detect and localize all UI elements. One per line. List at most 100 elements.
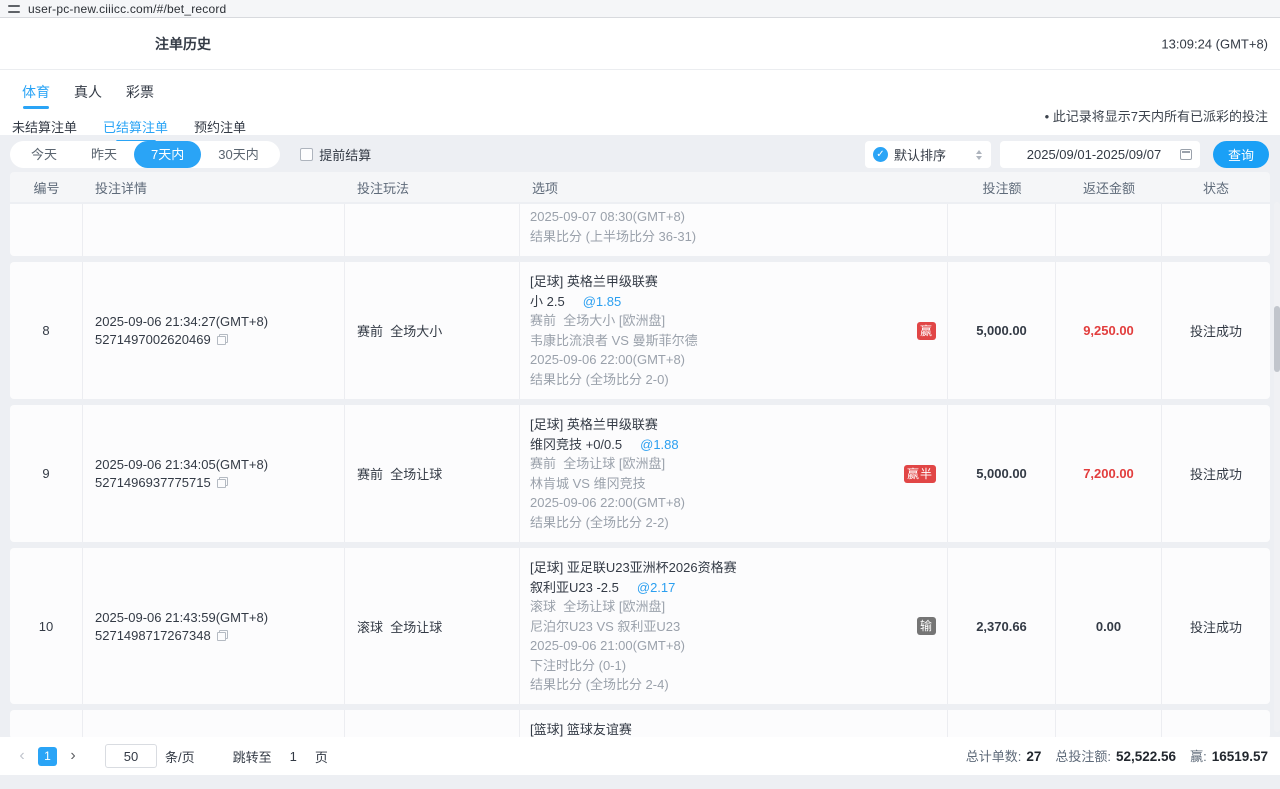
subtab-settled[interactable]: 已结算注单 [103, 117, 168, 144]
tab-zone: 体育 真人 彩票 未结算注单 已结算注单 预约注单 • 此记录将显示7天内所有已… [0, 70, 1280, 135]
bet-id: 5271498717267348 [95, 628, 211, 643]
option-detail-line: 结果比分 (全场比分 2-0) [530, 370, 937, 390]
copy-icon[interactable] [217, 630, 228, 641]
total-win: 赢:16519.57 [1190, 746, 1268, 766]
option-detail-line: 林肯城 VS 维冈竞技 [530, 474, 937, 494]
table-row: 9 2025-09-06 21:34:05(GMT+8) 5271496937775… [10, 405, 1270, 542]
subtab-reserved[interactable]: 预约注单 [194, 117, 246, 144]
range-today[interactable]: 今天 [14, 141, 74, 168]
calendar-icon [1180, 149, 1192, 160]
stake-cell [948, 710, 1056, 737]
scrollbar-thumb[interactable] [1274, 306, 1280, 372]
record-note: • 此记录将显示7天内所有已派彩的投注 [1045, 106, 1268, 125]
jump-page-suffix: 页 [315, 747, 328, 766]
league-name: [篮球] 篮球友谊赛 [530, 720, 937, 737]
col-stake: 投注额 [948, 172, 1056, 202]
option-detail-line: 2025-09-06 22:00(GMT+8) [530, 350, 937, 370]
page-number-button[interactable]: 1 [38, 747, 57, 766]
option-cell: [足球] 英格兰甲级联赛维冈竞技 +0/0.5@1.88赛前 全场让球 [欧洲盘… [520, 405, 948, 542]
bet-time: 2025-09-06 21:34:05(GMT+8) [95, 457, 344, 472]
early-settlement-filter: 提前结算 [300, 141, 371, 168]
status-cell: 投注成功 [1162, 405, 1270, 542]
league-name: [足球] 亚足联U23亚洲杯2026资格赛 [530, 558, 937, 578]
option-detail-line: 尼泊尔U23 VS 叙利亚U23 [530, 617, 937, 637]
stake-cell: 2,370.66 [948, 548, 1056, 704]
option-detail-line: 赛前 全场让球 [欧洲盘] [530, 454, 937, 474]
table-row: 102025-09-06 21:43:59(GMT+8)527149871726… [10, 548, 1270, 704]
bet-record-table: 编号 投注详情 投注玩法 选项 投注额 返还金额 状态 2025-09-07 0… [10, 172, 1270, 737]
col-number: 编号 [10, 172, 83, 202]
scrollbar-track [1274, 202, 1280, 732]
odds-value: @1.85 [583, 294, 622, 309]
col-detail: 投注详情 [83, 172, 345, 202]
range-30days[interactable]: 30天内 [201, 141, 275, 168]
footer-bar: ‹ 1 › 条/页 跳转至 1 页 总计单数:27 总投注额:52,522.56… [0, 737, 1280, 775]
tab-lottery[interactable]: 彩票 [126, 82, 154, 111]
table-row: 2025-09-07 08:30(GMT+8)结果比分 (上半场比分 36-31… [10, 204, 1270, 256]
row-number-cell: 9 [10, 405, 83, 542]
option-cell: [足球] 亚足联U23亚洲杯2026资格赛叙利亚U23 -2.5@2.17滚球 … [520, 548, 948, 704]
date-range-picker[interactable]: 2025/09/01-2025/09/07 [1000, 141, 1200, 168]
league-name: [足球] 英格兰甲级联赛 [530, 272, 937, 292]
pick-line: 维冈竞技 +0/0.5@1.88 [530, 435, 937, 455]
option-detail-line: 韦康比流浪者 VS 曼斯菲尔德 [530, 331, 937, 351]
play-type-cell [345, 204, 520, 256]
jump-to-label: 跳转至 [233, 747, 272, 766]
check-circle-icon: ✓ [873, 147, 888, 162]
result-badge: 输 [917, 617, 936, 635]
browser-url-bar: user-pc-new.ciiicc.com/#/bet_record [0, 0, 1280, 18]
result-badge: 赢 [917, 322, 936, 340]
option-detail-line: 结果比分 (全场比分 2-4) [530, 675, 937, 695]
sort-select[interactable]: ✓ 默认排序 [865, 141, 991, 168]
row-number-cell [10, 710, 83, 737]
option-detail-line: 结果比分 (上半场比分 36-31) [530, 227, 937, 247]
search-button[interactable]: 查询 [1213, 141, 1269, 168]
payout-cell: 9,250.00 [1056, 262, 1162, 399]
bet-id: 5271496937775715 [95, 475, 211, 490]
total-count: 总计单数:27 [966, 746, 1042, 766]
option-cell: [足球] 英格兰甲级联赛小 2.5@1.85赛前 全场大小 [欧洲盘]韦康比流浪… [520, 262, 948, 399]
tab-live[interactable]: 真人 [74, 82, 102, 111]
copy-icon[interactable] [217, 477, 228, 488]
sort-caret-icon [975, 150, 983, 160]
pick-selection: 维冈竞技 +0/0.5 [530, 437, 622, 452]
subtab-unsettled[interactable]: 未结算注单 [12, 117, 77, 144]
early-settlement-checkbox[interactable] [300, 148, 313, 161]
page-size-unit: 条/页 [165, 747, 195, 766]
bet-detail-cell [83, 710, 345, 737]
col-status: 状态 [1162, 172, 1270, 202]
page-size-input[interactable] [105, 744, 157, 768]
range-yesterday[interactable]: 昨天 [74, 141, 134, 168]
option-cell: [篮球] 篮球友谊赛 [520, 710, 948, 737]
stake-cell: 5,000.00 [948, 262, 1056, 399]
prev-page-button[interactable]: ‹ [12, 747, 32, 765]
next-page-button[interactable]: › [63, 747, 83, 765]
status-cell: 投注成功 [1162, 548, 1270, 704]
url-text[interactable]: user-pc-new.ciiicc.com/#/bet_record [28, 2, 226, 16]
server-time: 13:09:24 (GMT+8) [1161, 36, 1268, 51]
option-detail-line: 滚球 全场让球 [欧洲盘] [530, 597, 937, 617]
totals-summary: 总计单数:27 总投注额:52,522.56 赢:16519.57 [966, 746, 1268, 766]
range-7days[interactable]: 7天内 [134, 141, 201, 168]
table-header: 编号 投注详情 投注玩法 选项 投注额 返还金额 状态 [10, 172, 1270, 202]
pick-line: 小 2.5@1.85 [530, 292, 937, 312]
date-range-group: 今天 昨天 7天内 30天内 [10, 141, 280, 168]
tab-sports[interactable]: 体育 [22, 82, 50, 111]
col-play: 投注玩法 [345, 172, 520, 202]
site-settings-icon[interactable] [8, 4, 20, 14]
payout-cell [1056, 204, 1162, 256]
copy-icon[interactable] [217, 334, 228, 345]
pick-selection: 叙利亚U23 -2.5 [530, 580, 619, 595]
pick-line: 叙利亚U23 -2.5@2.17 [530, 578, 937, 598]
payout-cell [1056, 710, 1162, 737]
play-type-cell: 赛前 全场大小 [345, 262, 520, 399]
stake-cell: 5,000.00 [948, 405, 1056, 542]
result-badge: 赢半 [904, 465, 936, 483]
jump-page-value[interactable]: 1 [290, 749, 297, 764]
option-detail-line: 2025-09-06 21:00(GMT+8) [530, 636, 937, 656]
bet-time: 2025-09-06 21:43:59(GMT+8) [95, 610, 344, 625]
bet-id-line: 5271497002620469 [95, 332, 344, 347]
row-number-cell: 8 [10, 262, 83, 399]
payout-cell: 7,200.00 [1056, 405, 1162, 542]
category-tabs: 体育 真人 彩票 [0, 70, 1280, 111]
